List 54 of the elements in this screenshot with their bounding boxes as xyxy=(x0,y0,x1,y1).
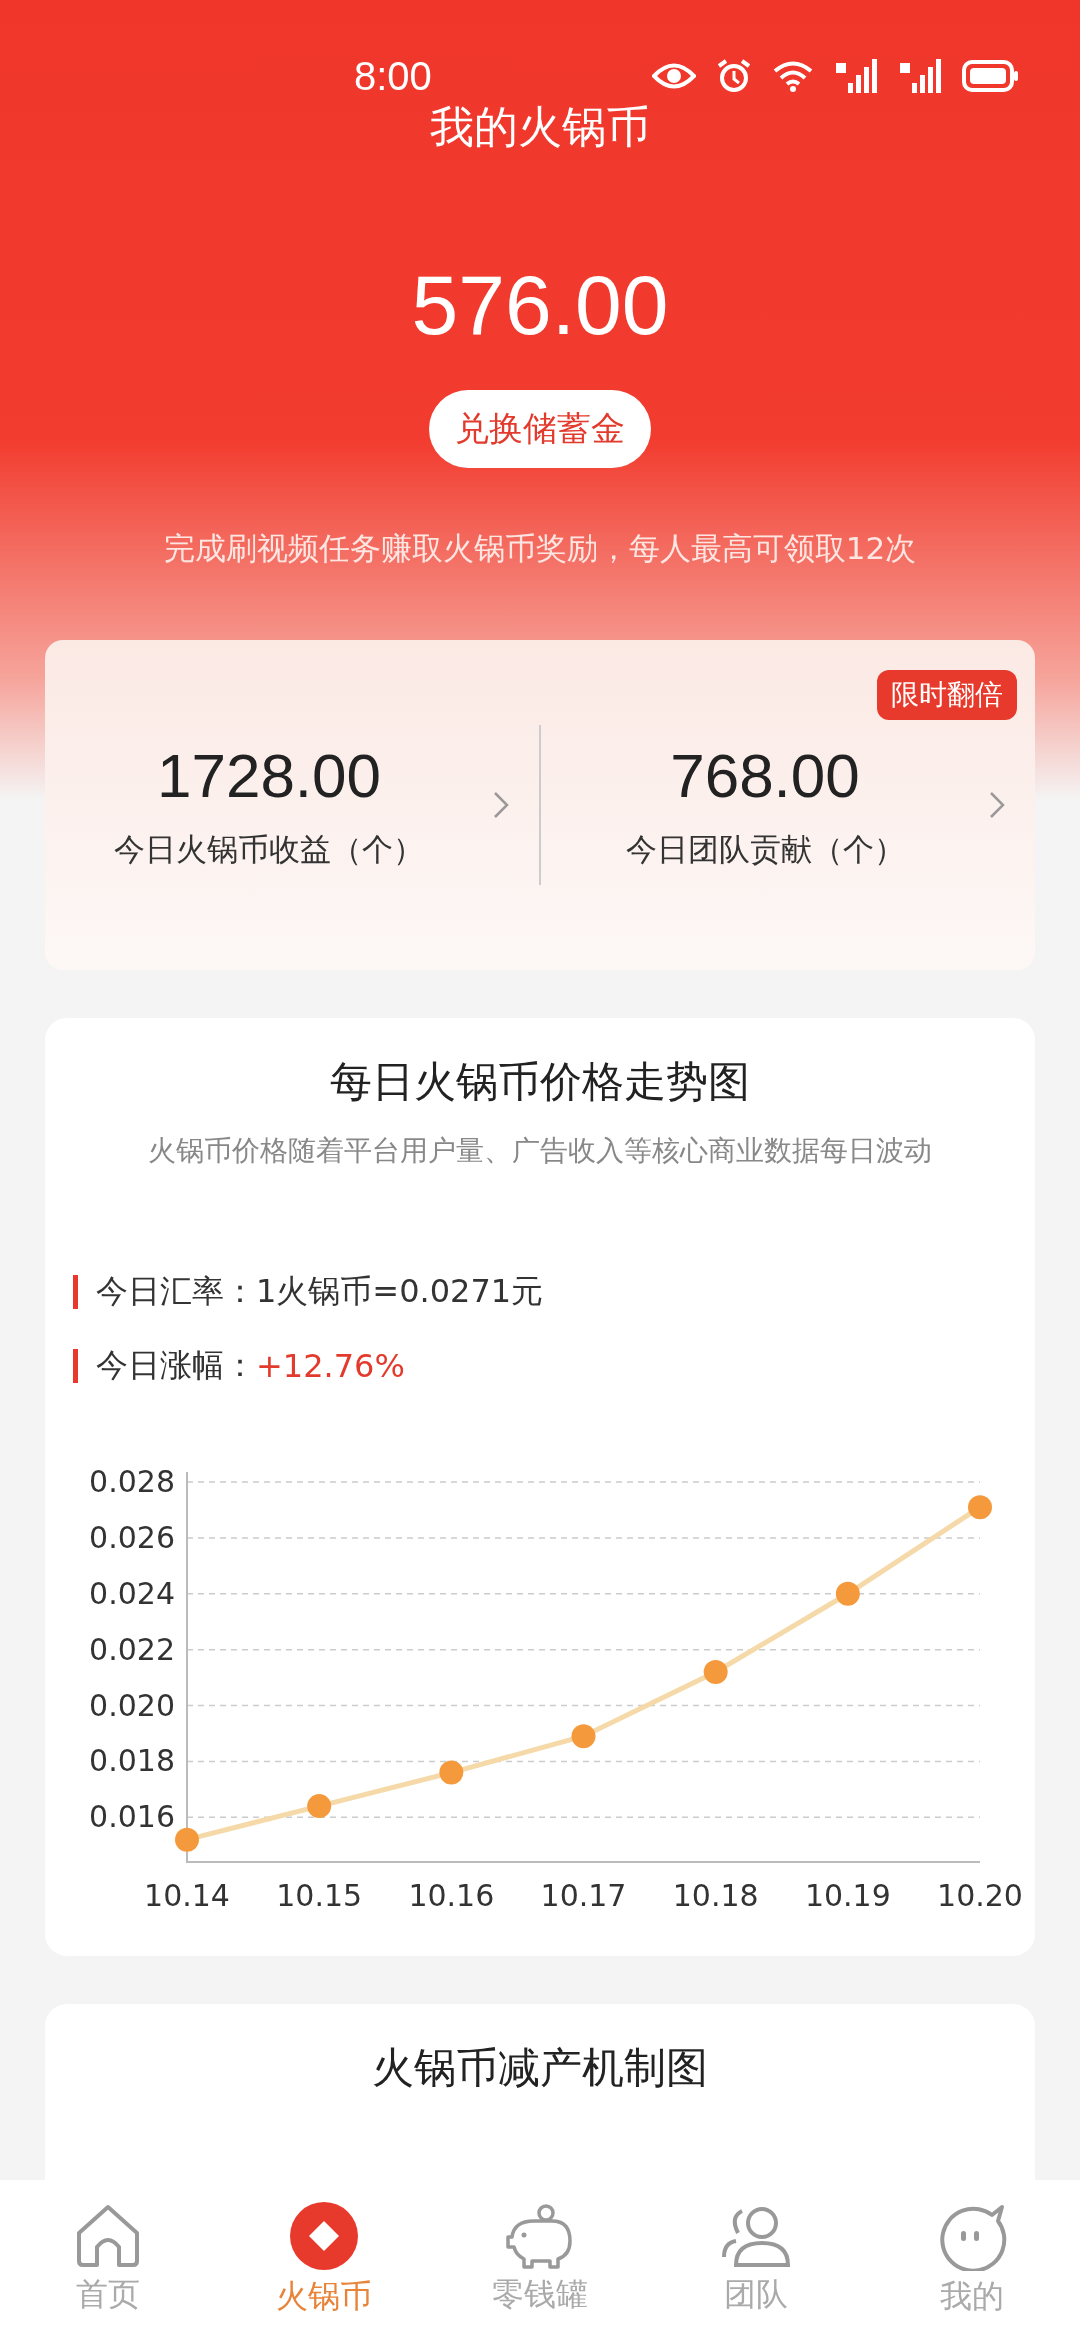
x-tick-label: 10.15 xyxy=(276,1878,363,1913)
x-tick-label: 10.14 xyxy=(144,1878,230,1913)
card-title: 火锅币减产机制图 xyxy=(372,2042,708,2094)
y-tick-label: 0.028 xyxy=(89,1464,175,1499)
accent-bar xyxy=(73,1349,78,1383)
fact-value: +12.76% xyxy=(256,1347,405,1385)
y-tick-label: 0.016 xyxy=(89,1799,175,1835)
accent-bar xyxy=(73,1275,78,1309)
stat-label: 今日火锅币收益（个） xyxy=(114,829,424,869)
x-tick-label: 10.17 xyxy=(540,1878,627,1913)
tab-item[interactable]: 零钱罐 xyxy=(470,2203,610,2317)
tab-item[interactable]: 首页 xyxy=(38,2203,178,2317)
data-point xyxy=(439,1760,464,1785)
data-point xyxy=(703,1660,728,1684)
data-point xyxy=(835,1581,860,1606)
y-tick-label: 0.024 xyxy=(89,1575,175,1611)
signal-icon xyxy=(834,59,878,93)
eye-icon xyxy=(652,61,696,91)
x-tick-label: 10.18 xyxy=(672,1878,759,1913)
promo-badge: 限时翻倍 xyxy=(877,670,1017,720)
stat-value[interactable]: 768.00 xyxy=(670,739,860,811)
wifi-icon xyxy=(772,60,814,92)
data-point xyxy=(175,1827,199,1852)
fact-value: 1火锅币=0.0271元 xyxy=(256,1271,544,1312)
card-title: 每日火锅币价格走势图 xyxy=(330,1056,750,1108)
data-point xyxy=(307,1794,332,1819)
signal-icon xyxy=(898,59,942,93)
tab-item[interactable]: 火锅币 xyxy=(254,2201,394,2319)
reward-note: 完成刷视频任务赚取火锅币奖励，每人最高可领取12次 xyxy=(163,529,917,568)
stat-value[interactable]: 1728.00 xyxy=(156,739,382,811)
y-tick-label: 0.022 xyxy=(89,1631,175,1667)
y-tick-label: 0.018 xyxy=(89,1743,175,1779)
chevron-icon[interactable] xyxy=(493,791,509,819)
fact-label: 今日涨幅： xyxy=(96,1345,256,1386)
chevron-icon[interactable] xyxy=(989,791,1005,819)
y-tick-label: 0.020 xyxy=(89,1687,175,1723)
y-tick-label: 0.026 xyxy=(89,1519,175,1555)
coin-balance: 576.00 xyxy=(411,257,669,354)
card-description: 火锅币价格随着平台用户量、广告收入等核心商业数据每日波动 xyxy=(148,1133,932,1169)
x-tick-label: 10.16 xyxy=(408,1878,495,1913)
data-point xyxy=(968,1495,992,1520)
tab-item[interactable]: 我的 xyxy=(902,2201,1042,2319)
data-point xyxy=(571,1724,596,1749)
tab-item[interactable]: 团队 xyxy=(686,2203,826,2317)
x-tick-label: 10.20 xyxy=(937,1878,1023,1913)
battery-icon xyxy=(962,60,1020,92)
status-time: 8:00 xyxy=(354,53,432,99)
stat-label: 今日团队贡献（个） xyxy=(625,829,905,869)
fact-label: 今日汇率： xyxy=(96,1271,256,1312)
x-tick-label: 10.19 xyxy=(804,1878,891,1913)
page-title: 我的火锅币 xyxy=(430,100,650,154)
coin-icon xyxy=(289,2201,359,2271)
alarm-icon xyxy=(716,58,752,94)
exchange-button[interactable]: 兑换储蓄金 xyxy=(429,390,651,468)
